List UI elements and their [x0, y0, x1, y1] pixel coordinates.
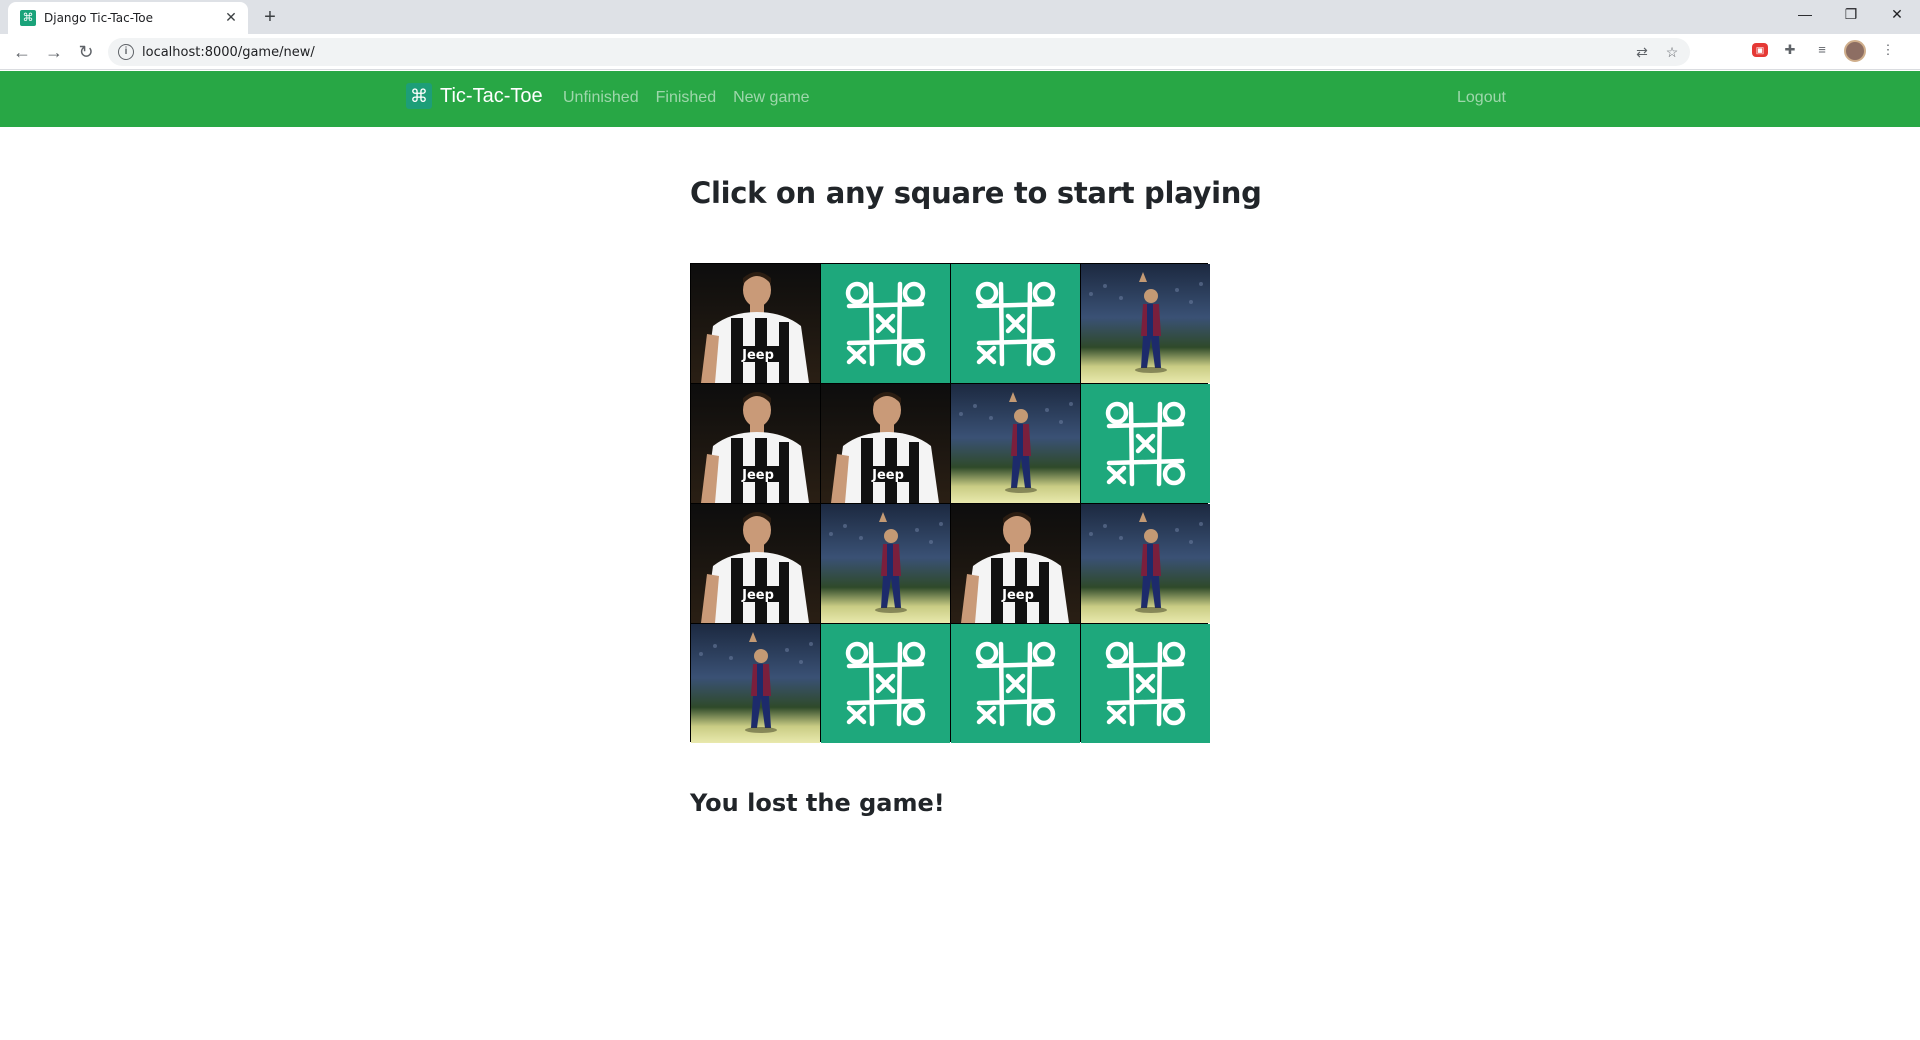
extensions-area: ▣ ✚ ≡ ⋮ — [1752, 40, 1898, 62]
site-navbar: ⌘ Tic-Tac-Toe Unfinished Finished New ga… — [0, 71, 1920, 127]
puzzle-icon[interactable]: ✚ — [1780, 40, 1800, 60]
avatar[interactable] — [1844, 40, 1866, 62]
window-controls: — ❐ ✕ — [1782, 0, 1920, 30]
shirt-sponsor-text: Jeep — [742, 468, 774, 483]
nav-link-finished[interactable]: Finished — [656, 89, 716, 107]
board-cell-empty[interactable] — [1081, 384, 1210, 503]
brand[interactable]: ⌘ Tic-Tac-Toe — [406, 83, 543, 109]
shirt-sponsor-text: Jeep — [742, 348, 774, 363]
board-cell-ronaldo[interactable]: Jeep — [691, 384, 820, 503]
browser-toolbar: ← → ↻ i localhost:8000/game/new/ ⇄ ☆ ▣ ✚… — [0, 34, 1920, 70]
star-icon[interactable]: ☆ — [1662, 42, 1682, 62]
board-cell-empty[interactable] — [821, 264, 950, 383]
game-result: You lost the game! — [690, 789, 945, 817]
restore-icon[interactable]: ❐ — [1828, 0, 1874, 30]
board-cell-empty[interactable] — [951, 264, 1080, 383]
board-cell-messi[interactable] — [951, 384, 1080, 503]
shirt-sponsor-text: Jeep — [742, 588, 774, 603]
info-icon[interactable]: i — [118, 44, 134, 60]
url-text[interactable]: localhost:8000/game/new/ — [142, 45, 315, 60]
forward-icon[interactable]: → — [42, 40, 66, 64]
board-cell-messi[interactable] — [1081, 504, 1210, 623]
back-icon[interactable]: ← — [10, 40, 34, 64]
browser-tab[interactable]: ⌘ Django Tic-Tac-Toe ✕ — [8, 2, 248, 34]
address-bar[interactable]: i localhost:8000/game/new/ ⇄ ☆ — [108, 38, 1690, 66]
page-title: Click on any square to start playing — [690, 176, 1262, 210]
board-cell-ronaldo[interactable]: Jeep — [821, 384, 950, 503]
close-icon[interactable]: ✕ — [222, 8, 240, 26]
brand-text[interactable]: Tic-Tac-Toe — [440, 85, 543, 108]
board-cell-messi[interactable] — [821, 504, 950, 623]
nav-links: Unfinished Finished New game — [563, 89, 827, 107]
menu-icon[interactable]: ⋮ — [1878, 40, 1898, 60]
board-cell-ronaldo[interactable]: Jeep — [691, 504, 820, 623]
shirt-sponsor-text: Jeep — [872, 468, 904, 483]
board-cell-empty[interactable] — [1081, 624, 1210, 743]
board-cell-ronaldo[interactable]: Jeep — [691, 264, 820, 383]
nav-link-new-game[interactable]: New game — [733, 89, 809, 107]
board-cell-messi[interactable] — [691, 624, 820, 743]
board-cell-empty[interactable] — [821, 624, 950, 743]
tab-title: Django Tic-Tac-Toe — [44, 11, 153, 25]
minimize-icon[interactable]: — — [1782, 0, 1828, 30]
nav-link-unfinished[interactable]: Unfinished — [563, 89, 639, 107]
translate-icon[interactable]: ⇄ — [1632, 42, 1652, 62]
shirt-sponsor-text: Jeep — [1002, 588, 1034, 603]
game-board: Jeep Jeep Jeep Jeep Jeep — [690, 263, 1210, 743]
extension-icon[interactable]: ▣ — [1752, 43, 1768, 57]
media-icon[interactable]: ≡ — [1812, 40, 1832, 60]
logout-link[interactable]: Logout — [1457, 89, 1506, 107]
browser-tabstrip: ⌘ Django Tic-Tac-Toe ✕ + — ❐ ✕ — [0, 0, 1920, 34]
board-cell-ronaldo[interactable]: Jeep — [951, 504, 1080, 623]
close-window-icon[interactable]: ✕ — [1874, 0, 1920, 30]
reload-icon[interactable]: ↻ — [74, 40, 98, 64]
new-tab-button[interactable]: + — [258, 5, 282, 29]
omnibox-actions: ⇄ ☆ — [1632, 42, 1682, 62]
grid-icon: ⌘ — [20, 10, 36, 26]
grid-logo-icon: ⌘ — [406, 83, 432, 109]
board-cell-messi[interactable] — [1081, 264, 1210, 383]
board-cell-empty[interactable] — [951, 624, 1080, 743]
